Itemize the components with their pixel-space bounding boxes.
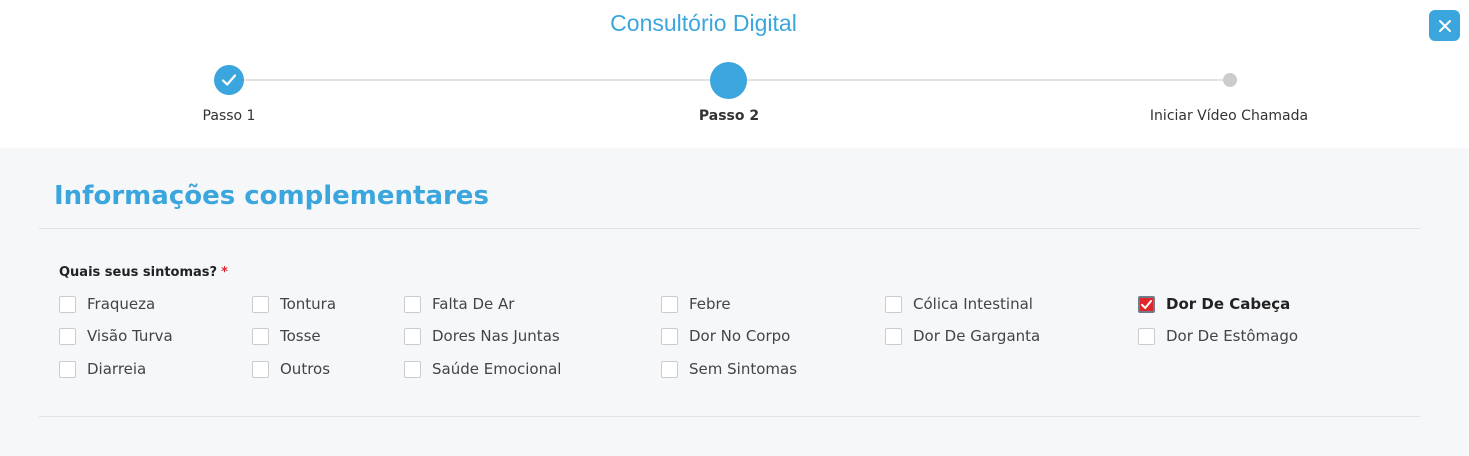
symptom-label: Visão Turva [87, 327, 173, 345]
symptom-option[interactable]: Outros [252, 358, 330, 380]
check-icon [221, 74, 237, 86]
symptom-label: Outros [280, 360, 331, 378]
symptom-option[interactable]: Tontura [252, 293, 336, 315]
symptom-label: Cólica Intestinal [913, 295, 1033, 313]
stepper-connector [244, 79, 712, 81]
symptom-checkbox[interactable] [59, 295, 76, 313]
symptom-option[interactable]: Febre [661, 293, 731, 315]
app-title: Consultório Digital [610, 10, 797, 36]
symptom-option[interactable]: Tosse [252, 325, 321, 347]
symptom-option[interactable]: Saúde Emocional [404, 358, 561, 380]
symptom-checkbox[interactable] [252, 360, 269, 378]
step-1-label: Passo 1 [202, 108, 256, 124]
symptom-option-selected[interactable]: Dor De Cabeça [1138, 293, 1290, 315]
symptom-option[interactable]: Dor De Estômago [1138, 325, 1298, 347]
symptom-label: Dor No Corpo [689, 327, 791, 345]
required-mark: * [221, 265, 228, 280]
symptom-checkbox[interactable] [59, 360, 76, 378]
symptom-checkbox-checked[interactable] [1138, 295, 1155, 313]
symptom-label: Dor De Estômago [1166, 327, 1299, 345]
step-2-indicator [710, 62, 747, 99]
symptom-checkbox[interactable] [661, 295, 678, 313]
symptom-option[interactable]: Dores Nas Juntas [404, 325, 560, 347]
symptom-label: Tontura [280, 295, 337, 313]
symptom-label: Tosse [280, 327, 321, 345]
form-content: Informações complementares Quais seus si… [0, 148, 1469, 456]
symptom-option[interactable]: Diarreia [59, 358, 146, 380]
symptom-checkbox[interactable] [661, 327, 678, 345]
symptom-option[interactable]: Visão Turva [59, 325, 173, 347]
symptom-checkbox[interactable] [252, 327, 269, 345]
symptoms-question-text: Quais seus sintomas? [59, 265, 218, 280]
symptoms-question: Quais seus sintomas? * [59, 265, 228, 280]
step-3-label: Iniciar Vídeo Chamada [1149, 108, 1309, 124]
symptom-checkbox[interactable] [885, 295, 902, 313]
symptom-option[interactable]: Dor De Garganta [885, 325, 1040, 347]
divider [39, 228, 1420, 229]
symptom-checkbox[interactable] [404, 327, 421, 345]
symptom-option[interactable]: Fraqueza [59, 293, 155, 315]
symptom-option[interactable]: Cólica Intestinal [885, 293, 1033, 315]
symptom-label: Dores Nas Juntas [432, 327, 560, 345]
symptom-checkbox[interactable] [885, 327, 902, 345]
symptom-label: Diarreia [87, 360, 147, 378]
symptom-checkbox[interactable] [661, 360, 678, 378]
section-title: Informações complementares [54, 181, 489, 211]
close-button[interactable] [1429, 10, 1460, 41]
checkmark-icon [1141, 299, 1152, 309]
symptom-label: Falta De Ar [432, 295, 515, 313]
symptom-label: Dor De Garganta [913, 327, 1041, 345]
symptom-option[interactable]: Dor No Corpo [661, 325, 790, 347]
step-1-indicator [214, 65, 244, 95]
symptom-checkbox[interactable] [1138, 327, 1155, 345]
divider [39, 416, 1420, 417]
symptom-option[interactable]: Sem Sintomas [661, 358, 797, 380]
symptom-checkbox[interactable] [404, 295, 421, 313]
header: Consultório Digital Passo 1 Passo 2 Inic… [0, 0, 1469, 148]
symptom-checkbox[interactable] [59, 327, 76, 345]
step-3-indicator [1223, 73, 1237, 87]
symptom-label: Sem Sintomas [689, 360, 798, 378]
symptom-label: Febre [689, 295, 731, 313]
stepper-connector [747, 79, 1223, 81]
close-icon [1438, 19, 1451, 32]
symptom-label: Saúde Emocional [432, 360, 562, 378]
symptom-checkbox[interactable] [252, 295, 269, 313]
symptom-label: Dor De Cabeça [1166, 295, 1291, 313]
symptom-checkbox[interactable] [404, 360, 421, 378]
step-2-label: Passo 2 [698, 108, 760, 124]
symptom-option[interactable]: Falta De Ar [404, 293, 514, 315]
symptom-label: Fraqueza [87, 295, 156, 313]
